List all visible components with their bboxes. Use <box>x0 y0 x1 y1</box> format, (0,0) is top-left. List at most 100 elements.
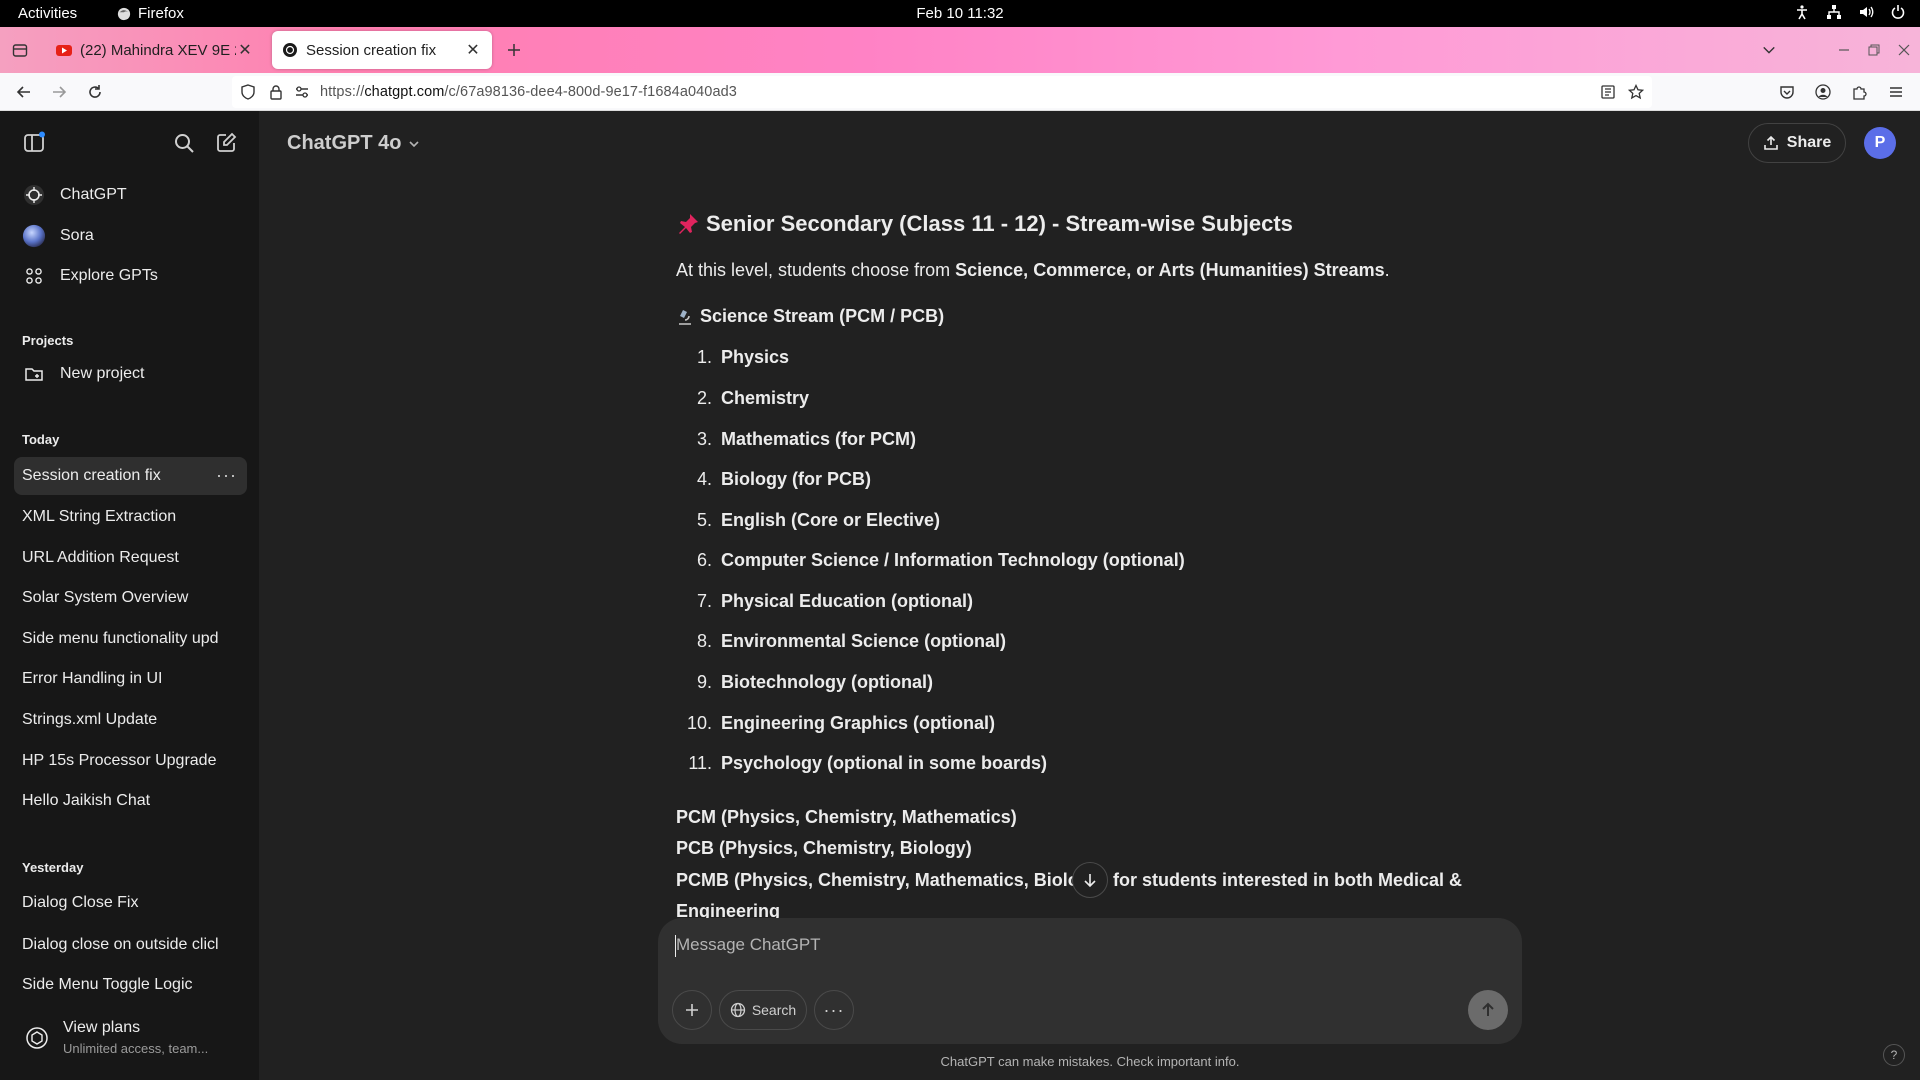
combo-pcmb: PCMB (Physics, Chemistry, Mathematics, B… <box>676 870 1079 890</box>
list-all-tabs-icon[interactable] <box>1759 40 1779 60</box>
app-menu[interactable]: Firefox <box>117 5 184 22</box>
chat-item[interactable]: Solar System Overview <box>14 579 247 617</box>
restore-icon[interactable] <box>1864 40 1884 60</box>
more-tools-button[interactable]: ··· <box>814 990 854 1030</box>
share-button[interactable]: Share <box>1748 123 1846 163</box>
youtube-favicon-icon <box>56 45 72 56</box>
stream-title: Science Stream (PCM / PCB) <box>676 303 944 330</box>
list-item: 2. Chemistry <box>696 388 810 408</box>
accessibility-icon[interactable] <box>1794 4 1810 20</box>
chat-title: Hello Jaikish Chat <box>22 792 151 809</box>
clock[interactable]: Feb 10 11:32 <box>916 5 1003 22</box>
permissions-icon[interactable] <box>294 84 310 100</box>
search-button[interactable]: Search <box>719 990 807 1030</box>
activities-button[interactable]: Activities <box>18 5 77 22</box>
chat-title: Dialog close on outside clicl <box>22 936 219 953</box>
shield-icon[interactable] <box>240 84 256 100</box>
plus-icon <box>686 1004 698 1016</box>
sidebar-item-explore-gpts[interactable]: Explore GPTs <box>14 257 247 295</box>
close-tab-icon[interactable]: ✕ <box>464 41 482 59</box>
sora-logo-icon <box>22 224 46 248</box>
firefox-view-icon[interactable] <box>10 40 30 60</box>
globe-icon <box>730 1002 745 1018</box>
account-icon[interactable] <box>1813 82 1833 102</box>
chat-item[interactable]: Dialog close on outside clicl <box>14 926 247 964</box>
chat-item[interactable]: Strings.xml Update <box>14 701 247 739</box>
power-icon[interactable] <box>1890 4 1906 20</box>
projects-heading: Projects <box>22 333 74 348</box>
message-composer[interactable]: Message ChatGPT Search ··· <box>658 918 1522 1044</box>
send-button[interactable] <box>1468 990 1508 1030</box>
combo-pcm: PCM (Physics, Chemistry, Mathematics) <box>676 807 1017 827</box>
help-button[interactable]: ? <box>1883 1044 1905 1066</box>
sidebar-item-label: Sora <box>60 227 94 244</box>
chat-item[interactable]: XML String Extraction <box>14 498 247 536</box>
list-item: 3. Mathematics (for PCM) <box>696 429 917 449</box>
minimize-icon[interactable] <box>1834 40 1854 60</box>
list-item: 10. Engineering Graphics (optional) <box>686 713 996 733</box>
url-text[interactable]: https://chatgpt.com/c/67a98136-dee4-800d… <box>320 84 737 100</box>
sidebar-item-chatgpt[interactable]: ChatGPT <box>14 176 247 214</box>
view-plans-label: View plans <box>63 1019 141 1036</box>
search-label: Search <box>751 1002 797 1018</box>
scroll-to-bottom-button[interactable] <box>1072 862 1108 898</box>
toggle-sidebar-icon[interactable] <box>22 131 46 160</box>
pocket-icon[interactable] <box>1777 82 1797 102</box>
forward-icon[interactable] <box>49 82 69 102</box>
sidebar-item-sora[interactable]: Sora <box>14 217 247 255</box>
chat-title: Solar System Overview <box>22 589 189 606</box>
ellipsis-icon: ··· <box>823 999 845 1020</box>
network-icon[interactable] <box>1826 4 1842 20</box>
new-chat-icon[interactable] <box>214 131 238 160</box>
chat-item[interactable]: Error Handling in UI <box>14 660 247 698</box>
close-tab-icon[interactable]: ✕ <box>236 41 254 59</box>
url-bar[interactable]: https://chatgpt.com/c/67a98136-dee4-800d… <box>232 76 1652 108</box>
volume-icon[interactable] <box>1858 4 1874 20</box>
chat-item[interactable]: Dialog Close Fix <box>14 884 247 922</box>
list-item: 8. Environmental Science (optional) <box>696 631 1007 651</box>
tab-title: Session creation fix <box>306 41 437 59</box>
avatar[interactable]: P <box>1864 127 1896 159</box>
hamburger-menu-icon[interactable] <box>1886 82 1906 102</box>
tab-youtube[interactable]: (22) Mahindra XEV 9E 20 ✕ <box>46 31 264 69</box>
message-input[interactable]: Message ChatGPT <box>676 935 821 955</box>
extensions-icon[interactable] <box>1849 82 1869 102</box>
chat-item[interactable]: HP 15s Processor Upgrade <box>14 742 247 780</box>
chat-item[interactable]: Side Menu Toggle Logic <box>14 966 247 1004</box>
list-item: 7. Physical Education (optional) <box>696 591 974 611</box>
new-project-label: New project <box>60 365 145 382</box>
yesterday-heading: Yesterday <box>22 860 84 875</box>
chat-item[interactable]: URL Addition Request <box>14 539 247 577</box>
model-name: ChatGPT 4o <box>287 132 402 154</box>
chat-title: Error Handling in UI <box>22 670 163 687</box>
list-item: 9. Biotechnology (optional) <box>696 672 933 692</box>
back-icon[interactable] <box>14 82 34 102</box>
bookmark-star-icon[interactable] <box>1628 84 1644 100</box>
sidebar-item-label: ChatGPT <box>60 186 127 203</box>
chat-title: Dialog Close Fix <box>22 894 139 911</box>
close-window-icon[interactable] <box>1894 40 1914 60</box>
list-item: 6. Computer Science / Information Technol… <box>696 550 1185 570</box>
list-item: 11. Psychology (optional in some boards) <box>688 753 1048 773</box>
arrow-up-icon <box>1482 1002 1494 1016</box>
new-tab-icon[interactable] <box>504 40 524 60</box>
chat-item[interactable]: Session creation fix ··· <box>14 457 247 495</box>
tab-title: (22) Mahindra XEV 9E 20 <box>80 41 236 59</box>
chatgpt-logo-icon <box>22 183 46 207</box>
grid-icon <box>22 264 46 288</box>
share-icon <box>1763 135 1778 150</box>
more-options-icon[interactable]: ··· <box>216 465 237 486</box>
attach-button[interactable] <box>672 990 712 1030</box>
chat-item[interactable]: Side menu functionality upd <box>14 620 247 658</box>
chat-title: HP 15s Processor Upgrade <box>22 752 217 769</box>
reader-view-icon[interactable] <box>1600 84 1616 100</box>
new-project-button[interactable]: New project <box>14 355 247 393</box>
pushpin-icon <box>679 213 698 234</box>
reload-icon[interactable] <box>85 82 105 102</box>
chat-item[interactable]: Hello Jaikish Chat <box>14 782 247 820</box>
model-selector[interactable]: ChatGPT 4o <box>287 132 421 155</box>
tab-chatgpt[interactable]: Session creation fix ✕ <box>272 31 492 69</box>
folder-plus-icon <box>22 362 46 386</box>
search-icon[interactable] <box>172 131 196 160</box>
lock-icon[interactable] <box>268 84 284 100</box>
